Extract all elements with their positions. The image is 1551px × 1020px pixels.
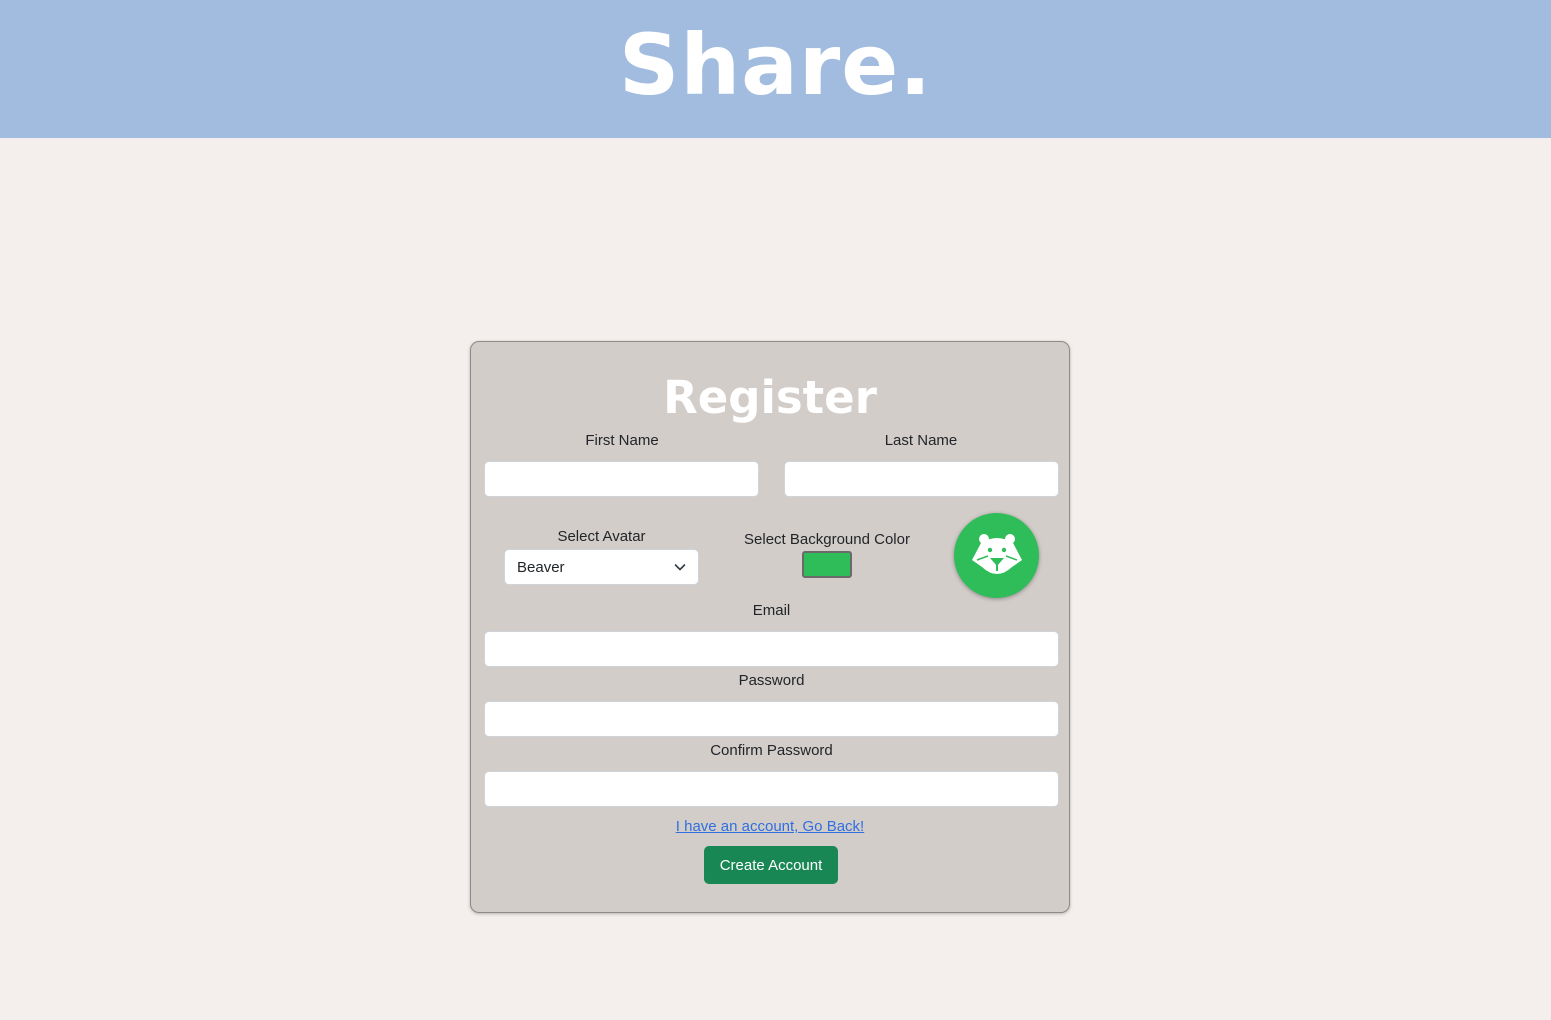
bg-color-label: Select Background Color: [744, 531, 910, 548]
create-account-button[interactable]: Create Account: [704, 846, 838, 884]
avatar-select-value: Beaver: [517, 558, 565, 576]
password-label: Password: [738, 672, 805, 689]
last-name-input[interactable]: [784, 461, 1059, 497]
password-input[interactable]: [484, 701, 1059, 737]
brand-logo: Share.: [618, 16, 933, 114]
beaver-icon: [971, 533, 1022, 574]
app-header: Share.: [0, 0, 1551, 138]
avatar-label: Select Avatar: [557, 528, 646, 545]
first-name-input[interactable]: [484, 461, 759, 497]
register-title: Register: [663, 371, 877, 424]
confirm-password-label: Confirm Password: [710, 742, 833, 759]
avatar-select[interactable]: Beaver: [504, 549, 699, 585]
register-card: Register First Name Last Name Select Ava…: [470, 341, 1070, 913]
chevron-down-icon: [674, 561, 686, 573]
last-name-label: Last Name: [884, 432, 958, 449]
avatar-preview: [954, 513, 1039, 598]
confirm-password-input[interactable]: [484, 771, 1059, 807]
first-name-label: First Name: [585, 432, 659, 449]
email-input[interactable]: [484, 631, 1059, 667]
email-label: Email: [752, 602, 791, 619]
bg-color-picker[interactable]: [802, 551, 852, 578]
go-back-link[interactable]: I have an account, Go Back!: [471, 818, 1069, 835]
